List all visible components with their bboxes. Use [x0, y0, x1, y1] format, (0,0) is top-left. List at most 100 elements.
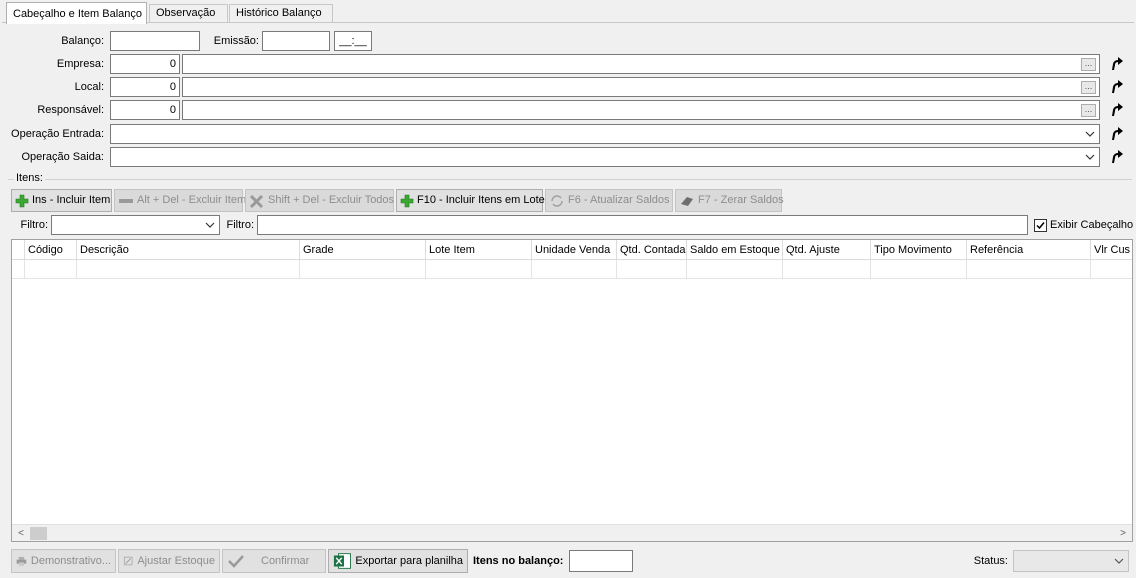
incluir-item-button[interactable]: Ins - Incluir Item — [11, 189, 112, 212]
cell[interactable] — [300, 260, 426, 279]
zerar-saldos-label: F7 - Zerar Saldos — [698, 194, 784, 206]
exportar-planilha-label: Exportar para planilha — [355, 555, 463, 567]
ajustar-estoque-label: Ajustar Estoque — [137, 555, 215, 567]
cell[interactable] — [25, 260, 77, 279]
local-link-icon[interactable] — [1109, 80, 1123, 94]
horizontal-scrollbar[interactable]: < > — [12, 524, 1132, 541]
balanco-label: Balanço: — [61, 35, 104, 47]
empresa-lookup-button[interactable]: ... — [1081, 58, 1096, 71]
incluir-lote-button[interactable]: F10 - Incluir Itens em Lote — [396, 189, 545, 212]
scroll-right-icon[interactable]: > — [1116, 527, 1130, 540]
emissao-time-input[interactable]: __:__ — [334, 31, 372, 51]
local-name-input[interactable] — [182, 77, 1100, 97]
filtro2-input[interactable] — [257, 215, 1028, 235]
responsavel-code-input[interactable]: 0 — [110, 100, 180, 120]
col-header-grade[interactable]: Grade — [300, 240, 426, 260]
empresa-name-input[interactable] — [182, 54, 1100, 74]
atualizar-saldos-button[interactable]: F6 - Atualizar Saldos — [545, 189, 673, 212]
emissao-date-input[interactable] — [262, 31, 330, 51]
responsavel-label: Responsável: — [37, 104, 104, 116]
local-label: Local: — [74, 81, 104, 93]
plus-icon — [400, 194, 414, 207]
cell[interactable] — [687, 260, 783, 279]
col-header-saldo-estoque[interactable]: Saldo em Estoque — [687, 240, 783, 260]
zerar-saldos-button[interactable]: F7 - Zerar Saldos — [675, 189, 784, 212]
empresa-label: Empresa: — [56, 58, 104, 70]
tab-cabecalho[interactable]: Cabeçalho e Item Balanço — [6, 2, 147, 24]
filtro1-label: Filtro: — [20, 219, 49, 231]
tab-panel-border — [2, 22, 1134, 23]
col-header-qtd-ajuste[interactable]: Qtd. Ajuste — [783, 240, 871, 260]
status-select[interactable] — [1013, 550, 1129, 572]
itens-group-label: Itens: — [14, 172, 45, 184]
delete-all-icon — [249, 194, 264, 208]
cell[interactable] — [871, 260, 967, 279]
exportar-planilha-button[interactable]: Exportar para planilha — [328, 549, 468, 573]
col-header-codigo[interactable]: Código — [25, 240, 77, 260]
incluir-lote-label: F10 - Incluir Itens em Lote — [417, 194, 545, 206]
incluir-item-label: Ins - Incluir Item — [32, 194, 111, 206]
excluir-item-button[interactable]: Alt + Del - Excluir Item — [114, 189, 246, 212]
table-row[interactable] — [12, 260, 1132, 279]
col-header-descricao[interactable]: Descrição — [77, 240, 300, 260]
op-saida-link-icon[interactable] — [1109, 150, 1123, 164]
cell[interactable] — [967, 260, 1091, 279]
exibir-cabecalho-label[interactable]: Exibir Cabeçalho — [1050, 215, 1133, 235]
empresa-link-icon[interactable] — [1109, 57, 1123, 71]
status-label: Status: — [973, 555, 1008, 567]
col-header-tipo-movimento[interactable]: Tipo Movimento — [871, 240, 967, 260]
demonstrativo-button[interactable]: Demonstrativo... — [11, 549, 116, 573]
tab-observacao[interactable]: Observação — [149, 4, 228, 23]
grid-header: Código Descrição Grade Lote Item Unidade… — [12, 240, 1132, 260]
responsavel-lookup-button[interactable]: ... — [1081, 104, 1096, 117]
cell[interactable] — [426, 260, 532, 279]
col-header-referencia[interactable]: Referência — [967, 240, 1091, 260]
excluir-todos-button[interactable]: Shift + Del - Excluir Todos — [245, 189, 394, 212]
scroll-left-icon[interactable]: < — [14, 527, 28, 540]
cell[interactable] — [532, 260, 617, 279]
excel-icon — [333, 553, 351, 569]
confirmar-button[interactable]: Confirmar — [222, 549, 326, 573]
atualizar-saldos-label: F6 - Atualizar Saldos — [568, 194, 670, 206]
adjust-icon — [123, 556, 133, 566]
ajustar-estoque-button[interactable]: Ajustar Estoque — [118, 549, 220, 573]
local-lookup-button[interactable]: ... — [1081, 81, 1096, 94]
chevron-down-icon — [1114, 558, 1124, 564]
op-saida-label: Operação Saida: — [21, 151, 104, 163]
col-header-unidade-venda[interactable]: Unidade Venda — [532, 240, 617, 260]
printer-icon — [16, 556, 27, 566]
op-entrada-link-icon[interactable] — [1109, 127, 1123, 141]
chevron-down-icon — [205, 222, 215, 228]
exibir-cabecalho-checkbox[interactable] — [1034, 219, 1047, 232]
confirmar-label: Confirmar — [261, 555, 310, 567]
itens-grid[interactable]: Código Descrição Grade Lote Item Unidade… — [11, 239, 1133, 542]
op-entrada-select[interactable] — [110, 124, 1100, 144]
tab-historico[interactable]: Histórico Balanço — [229, 4, 333, 23]
responsavel-name-input[interactable] — [182, 100, 1100, 120]
op-saida-select[interactable] — [110, 147, 1100, 167]
refresh-icon — [551, 194, 563, 207]
responsavel-link-icon[interactable] — [1109, 103, 1123, 117]
local-code-input[interactable]: 0 — [110, 77, 180, 97]
filtro2-label: Filtro: — [226, 219, 255, 231]
excluir-todos-label: Shift + Del - Excluir Todos — [268, 194, 395, 206]
cell[interactable] — [617, 260, 687, 279]
filtro1-select[interactable] — [51, 215, 220, 235]
cell[interactable] — [77, 260, 300, 279]
demonstrativo-label: Demonstrativo... — [30, 555, 111, 567]
grid-indicator-header — [12, 240, 25, 260]
col-header-lote-item[interactable]: Lote Item — [426, 240, 532, 260]
cell[interactable] — [783, 260, 871, 279]
col-header-qtd-contada[interactable]: Qtd. Contada — [617, 240, 687, 260]
chevron-down-icon — [1085, 154, 1095, 160]
plus-icon — [15, 194, 29, 207]
itens-balanco-label: Itens no balanço: — [473, 555, 564, 567]
col-header-vlr-custo[interactable]: Vlr Cus — [1091, 240, 1132, 260]
eraser-icon — [681, 196, 693, 206]
empresa-code-input[interactable]: 0 — [110, 54, 180, 74]
scroll-thumb[interactable] — [30, 527, 47, 540]
itens-balanco-value — [569, 550, 633, 572]
confirm-check-icon — [228, 555, 244, 568]
balanco-input[interactable] — [110, 31, 200, 51]
checkmark-icon — [1036, 222, 1045, 230]
